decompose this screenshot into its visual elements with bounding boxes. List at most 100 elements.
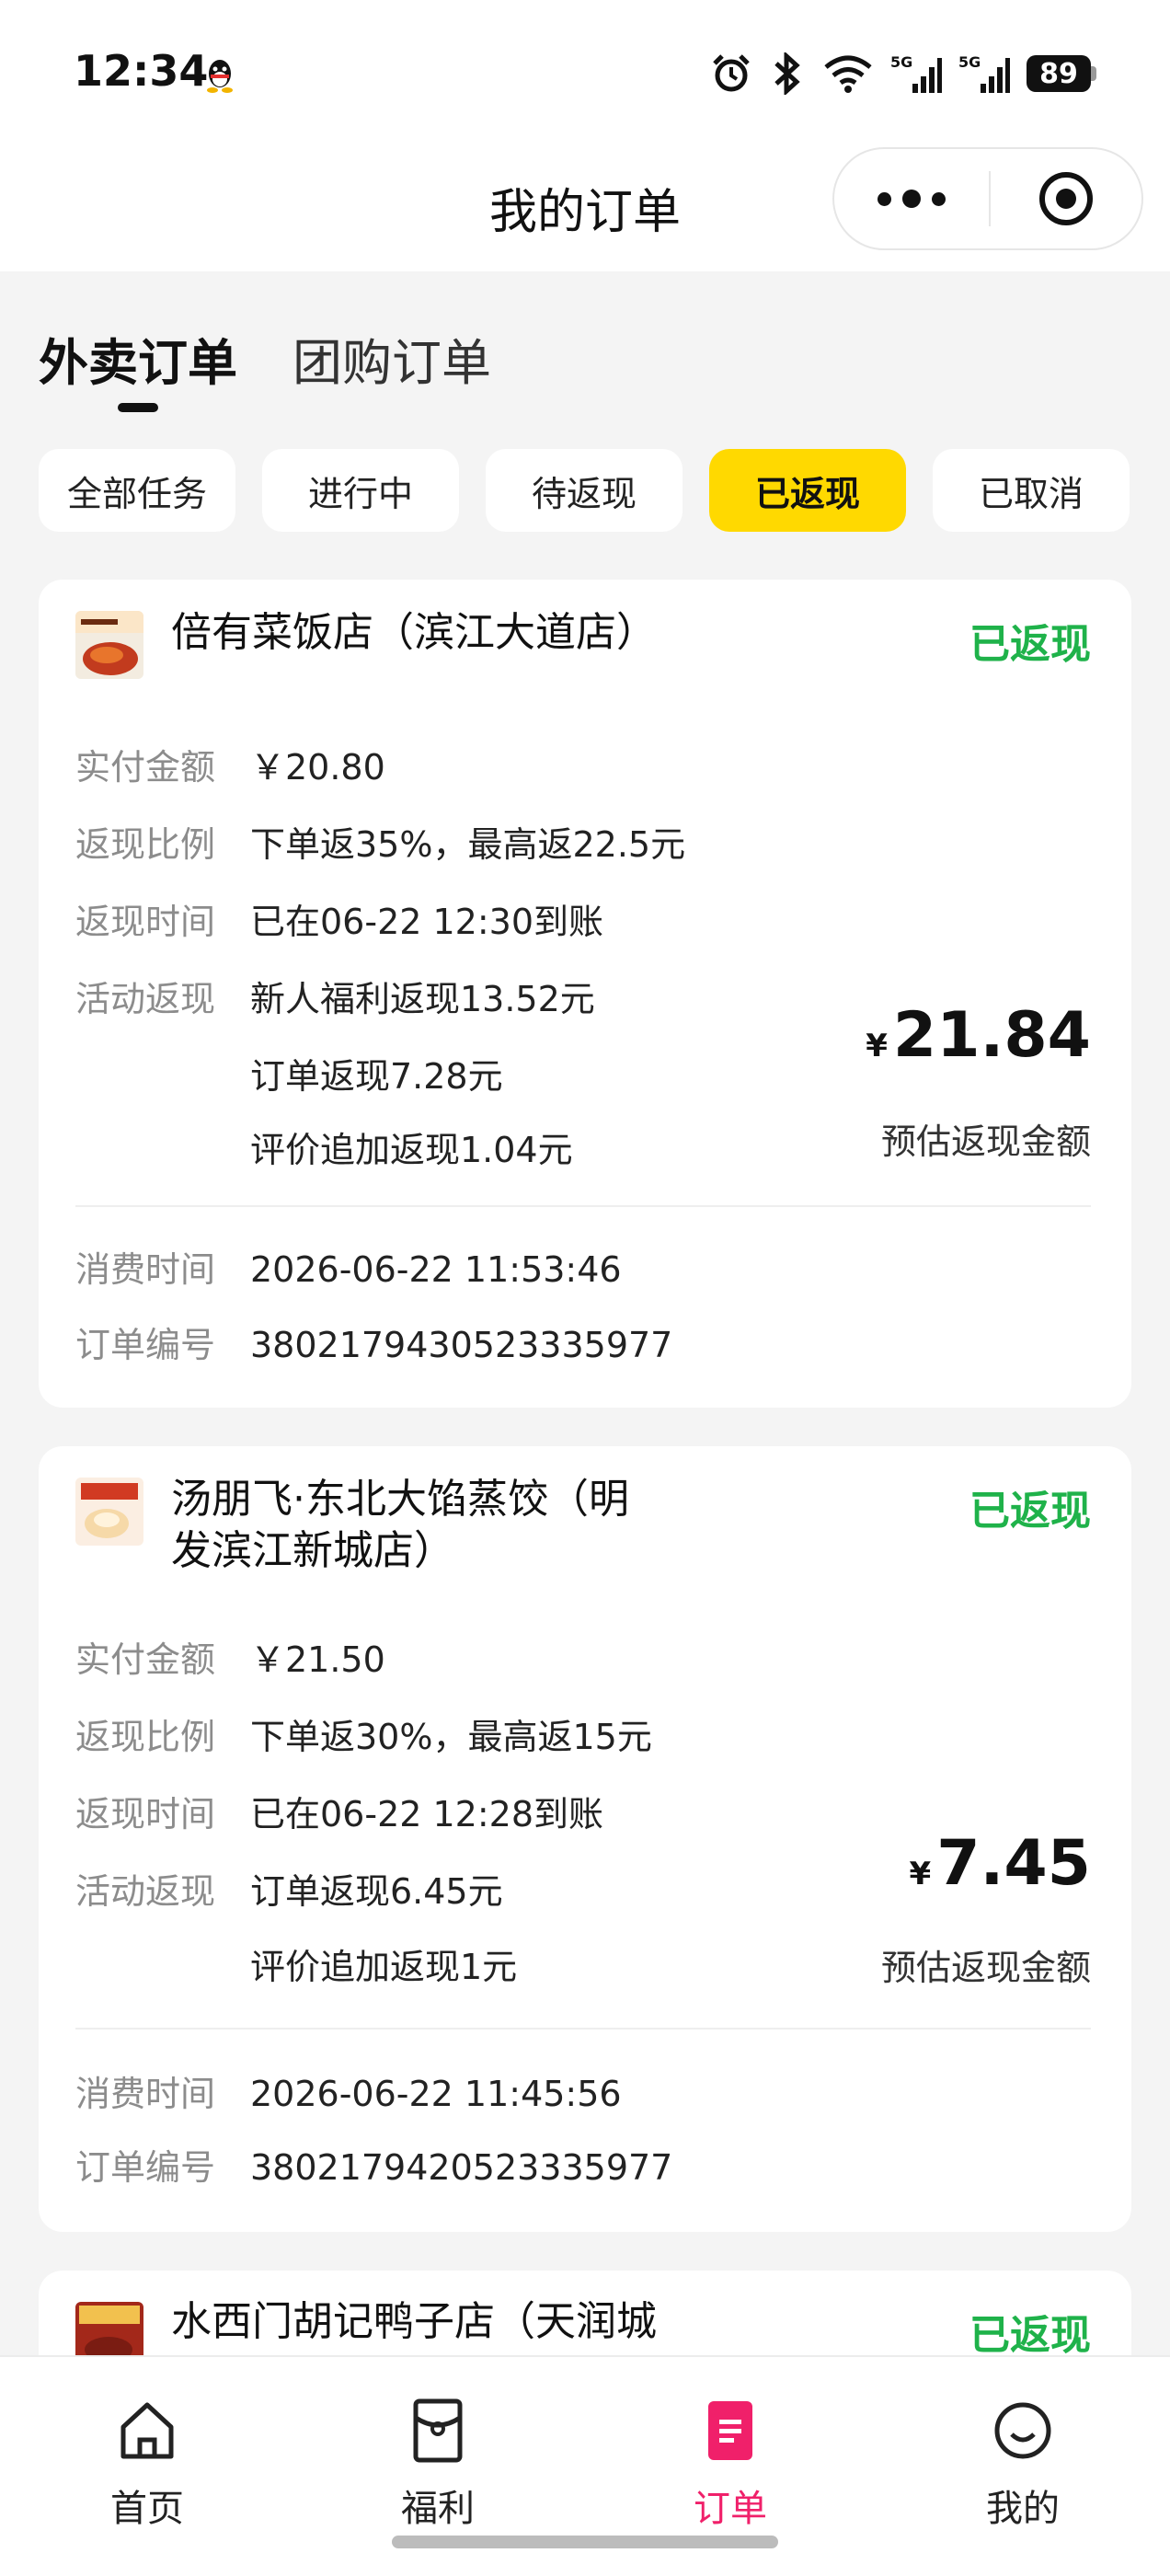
close-target-button[interactable] — [991, 149, 1141, 248]
estimated-amount: ¥21.84 — [866, 999, 1091, 1072]
order-no-label: 订单编号 — [75, 2147, 216, 2188]
activity-row: 活动返现 新人福利返现13.52元 — [75, 977, 595, 1021]
bluetooth-icon — [774, 52, 800, 95]
activity-label: 活动返现 — [75, 979, 216, 1019]
nav-mine[interactable]: 我的 — [949, 2394, 1096, 2532]
cashback-time-label: 返现时间 — [75, 902, 216, 942]
paid-value: ￥21.50 — [250, 1639, 385, 1680]
target-icon — [1039, 172, 1093, 225]
cashback-time-label: 返现时间 — [75, 1794, 216, 1834]
order-no-row: 订单编号 3802179420523335977 — [75, 2145, 672, 2190]
ratio-value: 下单返30%，最高返15元 — [250, 1717, 652, 1757]
paid-row: 实付金额 ￥21.50 — [75, 1638, 385, 1682]
more-button[interactable] — [834, 149, 989, 248]
order-status: 已返现 — [969, 621, 1091, 668]
order-no-value: 3802179430523335977 — [250, 1325, 673, 1365]
yuan-symbol: ¥ — [909, 1856, 932, 1892]
order-no-value: 3802179420523335977 — [250, 2147, 673, 2188]
shop-name: 倍有菜饭店（滨江大道店） — [171, 609, 657, 656]
svg-text:5G: 5G — [958, 53, 981, 71]
ratio-label: 返现比例 — [75, 824, 216, 865]
activity-row: 活动返现 订单返现6.45元 — [75, 1869, 503, 1914]
battery-level: 89 — [1027, 55, 1091, 92]
nav-home[interactable]: 首页 — [74, 2394, 221, 2532]
consume-time-row: 消费时间 2026-06-22 11:45:56 — [75, 2072, 622, 2116]
shop-name: 汤朋飞·东北大馅蒸饺（明 发滨江新城店） — [171, 1474, 760, 1577]
order-no-row: 订单编号 3802179430523335977 — [75, 1323, 672, 1367]
activity-item: 订单返现6.45元 — [250, 1871, 503, 1912]
smile-icon — [994, 2402, 1051, 2459]
consume-time-label: 消费时间 — [75, 2074, 216, 2114]
filter-all[interactable]: 全部任务 — [39, 449, 235, 532]
status-time: 12:34 — [74, 46, 209, 96]
home-indicator — [392, 2536, 778, 2548]
red-packet-icon — [413, 2398, 463, 2463]
yuan-symbol: ¥ — [866, 1028, 888, 1064]
cashback-time-value: 已在06-22 12:28到账 — [250, 1794, 604, 1834]
consume-time-value: 2026-06-22 11:53:46 — [250, 1249, 622, 1290]
status-filters: 全部任务 进行中 待返现 已返现 已取消 — [39, 449, 1130, 532]
activity-label: 活动返现 — [75, 1871, 216, 1912]
consume-time-label: 消费时间 — [75, 1249, 216, 1290]
consume-time-value: 2026-06-22 11:45:56 — [250, 2074, 622, 2114]
order-icon — [708, 2401, 752, 2460]
tab-indicator — [118, 403, 158, 412]
ratio-row: 返现比例 下单返35%，最高返22.5元 — [75, 822, 685, 867]
signal-5g-icon-2: 5G — [958, 53, 1010, 93]
estimate-label: 预估返现金额 — [880, 1121, 1091, 1162]
alarm-icon — [713, 54, 750, 92]
paid-row: 实付金额 ￥20.80 — [75, 745, 385, 789]
estimate-label: 预估返现金额 — [880, 1948, 1091, 1988]
activity-item: 评价追加返现1.04元 — [250, 1130, 573, 1170]
amount-value: 21.84 — [892, 999, 1091, 1072]
estimated-amount: ¥7.45 — [910, 1827, 1091, 1900]
paid-label: 实付金额 — [75, 747, 216, 788]
nav-orders-label: 订单 — [694, 2488, 767, 2530]
paid-value: ￥20.80 — [250, 747, 385, 788]
nav-welfare[interactable]: 福利 — [364, 2394, 511, 2532]
order-no-label: 订单编号 — [75, 1325, 216, 1365]
activity-item: 新人福利返现13.52元 — [250, 979, 595, 1019]
ratio-value: 下单返35%，最高返22.5元 — [250, 824, 686, 865]
filter-in-progress[interactable]: 进行中 — [262, 449, 459, 532]
qq-icon — [207, 60, 233, 93]
paid-label: 实付金额 — [75, 1639, 216, 1680]
shop-name-line: 汤朋飞·东北大馅蒸饺（明 — [171, 1476, 629, 1523]
cashback-time-value: 已在06-22 12:30到账 — [250, 902, 604, 942]
svg-text:5G: 5G — [890, 53, 912, 71]
tab-takeout[interactable]: 外卖订单 — [39, 322, 237, 395]
nav-orders[interactable]: 订单 — [657, 2394, 804, 2532]
mini-program-capsule — [832, 147, 1143, 250]
order-card[interactable]: 倍有菜饭店（滨江大道店） 已返现 实付金额 ￥20.80 返现比例 下单返35%… — [39, 580, 1131, 1408]
status-bar: 12:34 5G 5G 89 — [0, 0, 1170, 138]
order-status: 已返现 — [969, 1488, 1091, 1535]
home-icon — [120, 2402, 174, 2459]
shop-thumbnail — [75, 1478, 143, 1546]
status-icons: 5G 5G 89 — [710, 51, 1096, 97]
activity-item: 订单返现7.28元 — [250, 1056, 503, 1097]
order-card[interactable]: 汤朋飞·东北大馅蒸饺（明 发滨江新城店） 已返现 实付金额 ￥21.50 返现比… — [39, 1446, 1131, 2232]
order-status: 已返现 — [969, 2312, 1091, 2359]
wifi-icon — [824, 55, 872, 93]
shop-name: 水西门胡记鸭子店（天润城 — [171, 2298, 657, 2345]
divider — [75, 2028, 1091, 2030]
ratio-label: 返现比例 — [75, 1717, 216, 1757]
nav-home-label: 首页 — [110, 2488, 184, 2530]
cashback-time-row: 返现时间 已在06-22 12:28到账 — [75, 1792, 603, 1836]
filter-cashed-back[interactable]: 已返现 — [709, 449, 906, 532]
nav-bar: 我的订单 — [0, 138, 1170, 271]
filter-pending[interactable]: 待返现 — [486, 449, 682, 532]
nav-mine-label: 我的 — [986, 2488, 1060, 2530]
tab-group-buy[interactable]: 团购订单 — [292, 322, 491, 395]
nav-welfare-label: 福利 — [401, 2488, 475, 2530]
battery-icon: 89 — [1027, 55, 1096, 92]
consume-time-row: 消费时间 2026-06-22 11:53:46 — [75, 1248, 622, 1292]
cashback-time-row: 返现时间 已在06-22 12:30到账 — [75, 900, 603, 944]
activity-item: 评价追加返现1元 — [250, 1947, 518, 1987]
divider — [75, 1205, 1091, 1207]
shop-name-line: 发滨江新城店） — [171, 1527, 454, 1574]
shop-thumbnail — [75, 611, 143, 679]
filter-cancelled[interactable]: 已取消 — [933, 449, 1130, 532]
amount-value: 7.45 — [936, 1827, 1091, 1900]
signal-5g-icon: 5G — [890, 53, 942, 93]
